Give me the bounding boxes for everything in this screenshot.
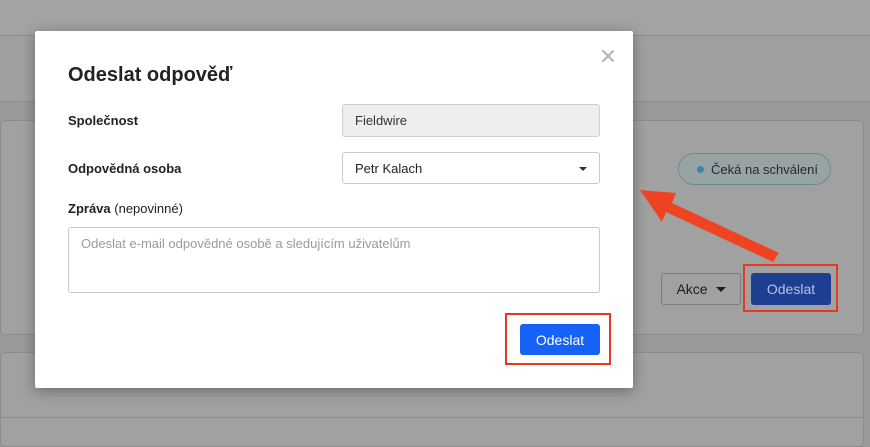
responsible-person-value: Petr Kalach — [355, 161, 423, 176]
caret-down-icon — [715, 286, 726, 292]
message-optional-note: (nepovinné) — [114, 201, 183, 216]
close-icon[interactable] — [600, 48, 616, 64]
actions-button-label: Akce — [676, 281, 708, 297]
status-badge-label: Čeká na schválení — [711, 161, 818, 177]
actions-button[interactable]: Akce — [661, 273, 741, 305]
responsible-person-select[interactable]: Petr Kalach — [342, 152, 600, 184]
status-badge: Čeká na schválení — [678, 153, 831, 185]
company-field: Fieldwire — [342, 104, 600, 137]
dialog-title: Odeslat odpověď — [68, 64, 233, 86]
message-input[interactable] — [68, 227, 600, 293]
highlight-box-dialog-send — [505, 313, 611, 365]
responsible-person-label: Odpovědná osoba — [68, 161, 182, 176]
message-label: Zpráva (nepovinné) — [68, 201, 183, 216]
highlight-box-page-send — [743, 264, 838, 312]
company-label: Společnost — [68, 113, 139, 128]
status-dot-icon — [697, 165, 704, 173]
message-label-text: Zpráva — [68, 201, 111, 216]
caret-down-icon — [579, 167, 587, 171]
